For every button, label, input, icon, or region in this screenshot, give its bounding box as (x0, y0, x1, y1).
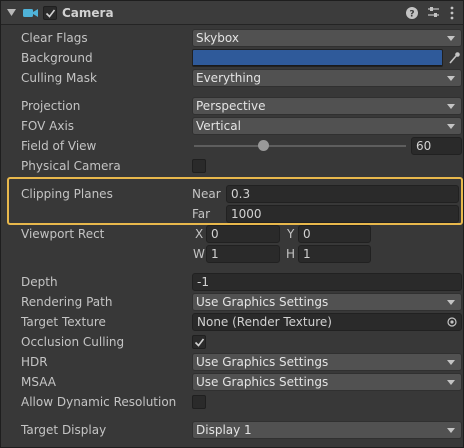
help-icon[interactable]: ? (406, 7, 418, 19)
chevron-down-icon (447, 36, 455, 41)
component-title: Camera (62, 6, 114, 20)
clear-flags-label: Clear Flags (21, 31, 88, 45)
hdr-dropdown[interactable]: Use Graphics Settings (192, 353, 462, 371)
presets-icon[interactable] (427, 6, 440, 19)
allow-dynamic-resolution-checkbox[interactable] (192, 395, 206, 409)
msaa-label: MSAA (21, 375, 56, 389)
background-label: Background (21, 51, 93, 65)
physical-camera-checkbox[interactable] (192, 159, 206, 173)
allow-dynamic-resolution-label: Allow Dynamic Resolution (21, 395, 177, 409)
chevron-down-icon (447, 124, 455, 129)
physical-camera-label: Physical Camera (21, 159, 121, 173)
viewport-rect-label: Viewport Rect (21, 227, 105, 241)
svg-text:?: ? (409, 10, 414, 20)
depth-input[interactable]: -1 (192, 273, 462, 291)
eyedropper-icon[interactable] (448, 51, 460, 65)
viewport-w-label: W (193, 247, 205, 261)
near-clip-input[interactable]: 0.3 (226, 185, 459, 203)
chevron-down-icon (447, 428, 455, 433)
checkmark-icon (45, 9, 56, 18)
target-texture-value: None (Render Texture) (197, 315, 332, 329)
far-label: Far (192, 207, 211, 221)
rendering-path-label: Rendering Path (21, 295, 113, 309)
occlusion-culling-checkbox[interactable] (192, 335, 206, 349)
foldout-arrow-icon[interactable] (7, 9, 16, 17)
fov-axis-label: FOV Axis (21, 119, 75, 133)
field-of-view-label: Field of View (21, 139, 97, 153)
msaa-value: Use Graphics Settings (196, 375, 329, 389)
occlusion-culling-label: Occlusion Culling (21, 335, 125, 349)
field-of-view-input[interactable]: 60 (411, 137, 462, 155)
culling-mask-value: Everything (196, 71, 261, 85)
chevron-down-icon (447, 76, 455, 81)
projection-value: Perspective (196, 99, 266, 113)
projection-dropdown[interactable]: Perspective (192, 97, 462, 115)
target-display-dropdown[interactable]: Display 1 (192, 421, 462, 439)
object-picker-icon[interactable] (447, 317, 457, 327)
msaa-dropdown[interactable]: Use Graphics Settings (192, 373, 462, 391)
fov-axis-dropdown[interactable]: Vertical (192, 117, 462, 135)
camera-inspector-panel: Camera ? Clear Flags Skybox Background C (0, 0, 464, 448)
camera-icon (23, 9, 38, 17)
viewport-x-label: X (195, 227, 204, 241)
more-options-icon[interactable] (450, 6, 454, 20)
chevron-down-icon (447, 300, 455, 305)
depth-label: Depth (21, 275, 58, 289)
clear-flags-value: Skybox (196, 31, 239, 45)
far-clip-input[interactable]: 1000 (226, 205, 459, 223)
chevron-down-icon (447, 380, 455, 385)
chevron-down-icon (447, 104, 455, 109)
target-texture-field[interactable]: None (Render Texture) (192, 313, 462, 331)
rendering-path-dropdown[interactable]: Use Graphics Settings (192, 293, 462, 311)
rendering-path-value: Use Graphics Settings (196, 295, 329, 309)
viewport-h-input[interactable]: 1 (298, 245, 371, 263)
culling-mask-dropdown[interactable]: Everything (192, 69, 462, 87)
background-color-field[interactable] (192, 49, 443, 67)
hdr-value: Use Graphics Settings (196, 355, 329, 369)
checkmark-icon (194, 338, 205, 347)
fov-axis-value: Vertical (196, 119, 241, 133)
component-enabled-checkbox[interactable] (43, 6, 57, 20)
chevron-down-icon (447, 360, 455, 365)
culling-mask-label: Culling Mask (21, 71, 97, 85)
projection-label: Projection (21, 99, 81, 113)
field-of-view-slider-track[interactable] (194, 145, 406, 147)
component-header[interactable]: Camera ? (1, 1, 463, 25)
viewport-y-input[interactable]: 0 (298, 225, 371, 243)
clear-flags-dropdown[interactable]: Skybox (192, 29, 462, 47)
viewport-x-input[interactable]: 0 (206, 225, 280, 243)
near-label: Near (192, 187, 221, 201)
target-display-value: Display 1 (196, 423, 252, 437)
field-of-view-slider-thumb[interactable] (258, 140, 270, 151)
viewport-h-label: H (286, 247, 296, 261)
clipping-planes-label: Clipping Planes (21, 187, 113, 201)
viewport-y-label: Y (287, 227, 295, 241)
viewport-w-input[interactable]: 1 (206, 245, 280, 263)
target-texture-label: Target Texture (21, 315, 106, 329)
hdr-label: HDR (21, 355, 48, 369)
target-display-label: Target Display (21, 423, 107, 437)
